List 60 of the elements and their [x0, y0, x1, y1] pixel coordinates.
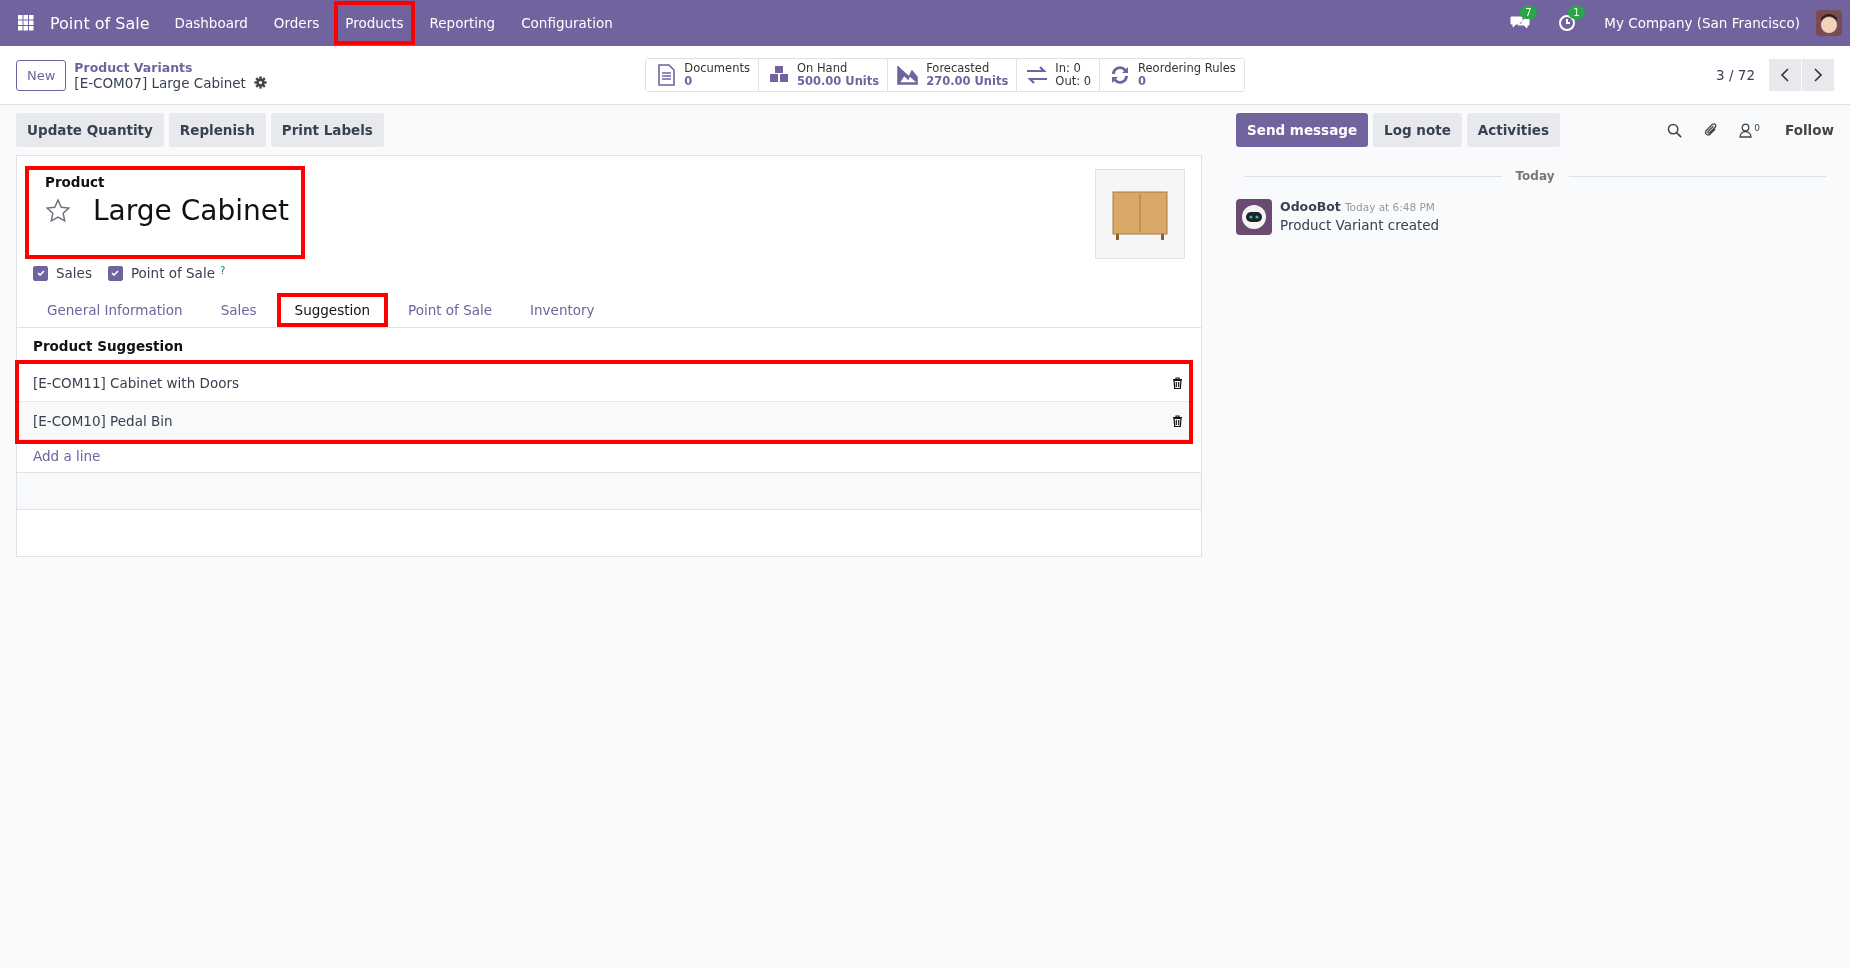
chevron-left-icon: [1780, 68, 1790, 82]
follow-button[interactable]: Follow: [1785, 122, 1834, 138]
apps-grid-icon[interactable]: [18, 15, 34, 31]
followers-count: 0: [1754, 122, 1761, 133]
user-avatar-icon[interactable]: [1816, 10, 1842, 36]
breadcrumb-link[interactable]: Product Variants: [74, 59, 640, 75]
company-switcher[interactable]: My Company (San Francisco): [1604, 15, 1800, 31]
clock-icon[interactable]: [1558, 14, 1577, 32]
date-separator: Today: [1515, 169, 1555, 183]
checkbox[interactable]: [33, 265, 48, 281]
tab[interactable]: Suggestion: [276, 293, 389, 327]
chatter-button[interactable]: Log note: [1373, 113, 1462, 147]
menu-item[interactable]: Products: [334, 1, 415, 45]
record-name: [E-COM07] Large Cabinet: [74, 74, 246, 91]
help-tooltip-mark[interactable]: ?: [219, 265, 226, 276]
checkmark-icon: [110, 268, 121, 278]
menu-item[interactable]: Configuration: [510, 1, 624, 45]
notification-badge: 1: [1568, 6, 1585, 19]
next-button[interactable]: [1802, 59, 1834, 91]
search-icon[interactable]: [1667, 122, 1683, 138]
checkmark-icon: [35, 268, 46, 278]
arrows-icon: [1025, 64, 1050, 86]
robot-avatar-icon: [1236, 199, 1272, 235]
tab[interactable]: Inventory: [512, 293, 613, 327]
chatter-button[interactable]: Send message: [1236, 113, 1369, 147]
checkbox[interactable]: [107, 265, 123, 281]
action-button[interactable]: Replenish: [168, 113, 266, 147]
chatter-button[interactable]: Activities: [1466, 113, 1561, 147]
delete-icon[interactable]: [1172, 376, 1183, 389]
message-author: OdooBot: [1280, 199, 1341, 214]
paperclip-icon[interactable]: [1703, 122, 1719, 138]
delete-icon[interactable]: [1172, 414, 1183, 427]
menu-item[interactable]: Orders: [262, 1, 331, 45]
new-button[interactable]: New: [16, 59, 67, 91]
tab[interactable]: Sales: [202, 293, 275, 327]
area-chart-icon: [896, 64, 921, 86]
tab[interactable]: Point of Sale: [390, 293, 511, 327]
tab[interactable]: General Information: [29, 293, 201, 327]
menu-item[interactable]: Reporting: [418, 1, 507, 45]
pager-counter: 3 / 72: [1716, 67, 1755, 83]
message-time: Today at 6:48 PM: [1345, 201, 1435, 213]
menu-item[interactable]: Dashboard: [163, 1, 259, 45]
settings-icon[interactable]: [253, 76, 267, 89]
checkbox-label: Point of Sale: [130, 265, 215, 281]
checkbox-label: Sales: [56, 265, 92, 281]
action-button[interactable]: Print Labels: [270, 113, 384, 147]
field-label: Product: [45, 174, 106, 190]
previous-button[interactable]: [1769, 59, 1801, 91]
product-name: Large Cabinet: [93, 194, 289, 227]
message-body: Product Variant created: [1280, 217, 1440, 233]
notification-badge: 7: [1520, 6, 1537, 19]
section-title: Product Suggestion: [32, 337, 185, 356]
chevron-right-icon: [1813, 68, 1823, 82]
table-cell: [E-COM11] Cabinet with Doors: [33, 374, 239, 391]
app-name[interactable]: Point of Sale: [50, 13, 150, 33]
table-cell: [E-COM10] Pedal Bin: [33, 412, 173, 429]
action-button[interactable]: Update Quantity: [16, 113, 164, 147]
star-icon[interactable]: [45, 197, 71, 224]
stat-button[interactable]: Documents 0: [646, 59, 759, 91]
person-icon[interactable]: [1739, 122, 1753, 138]
